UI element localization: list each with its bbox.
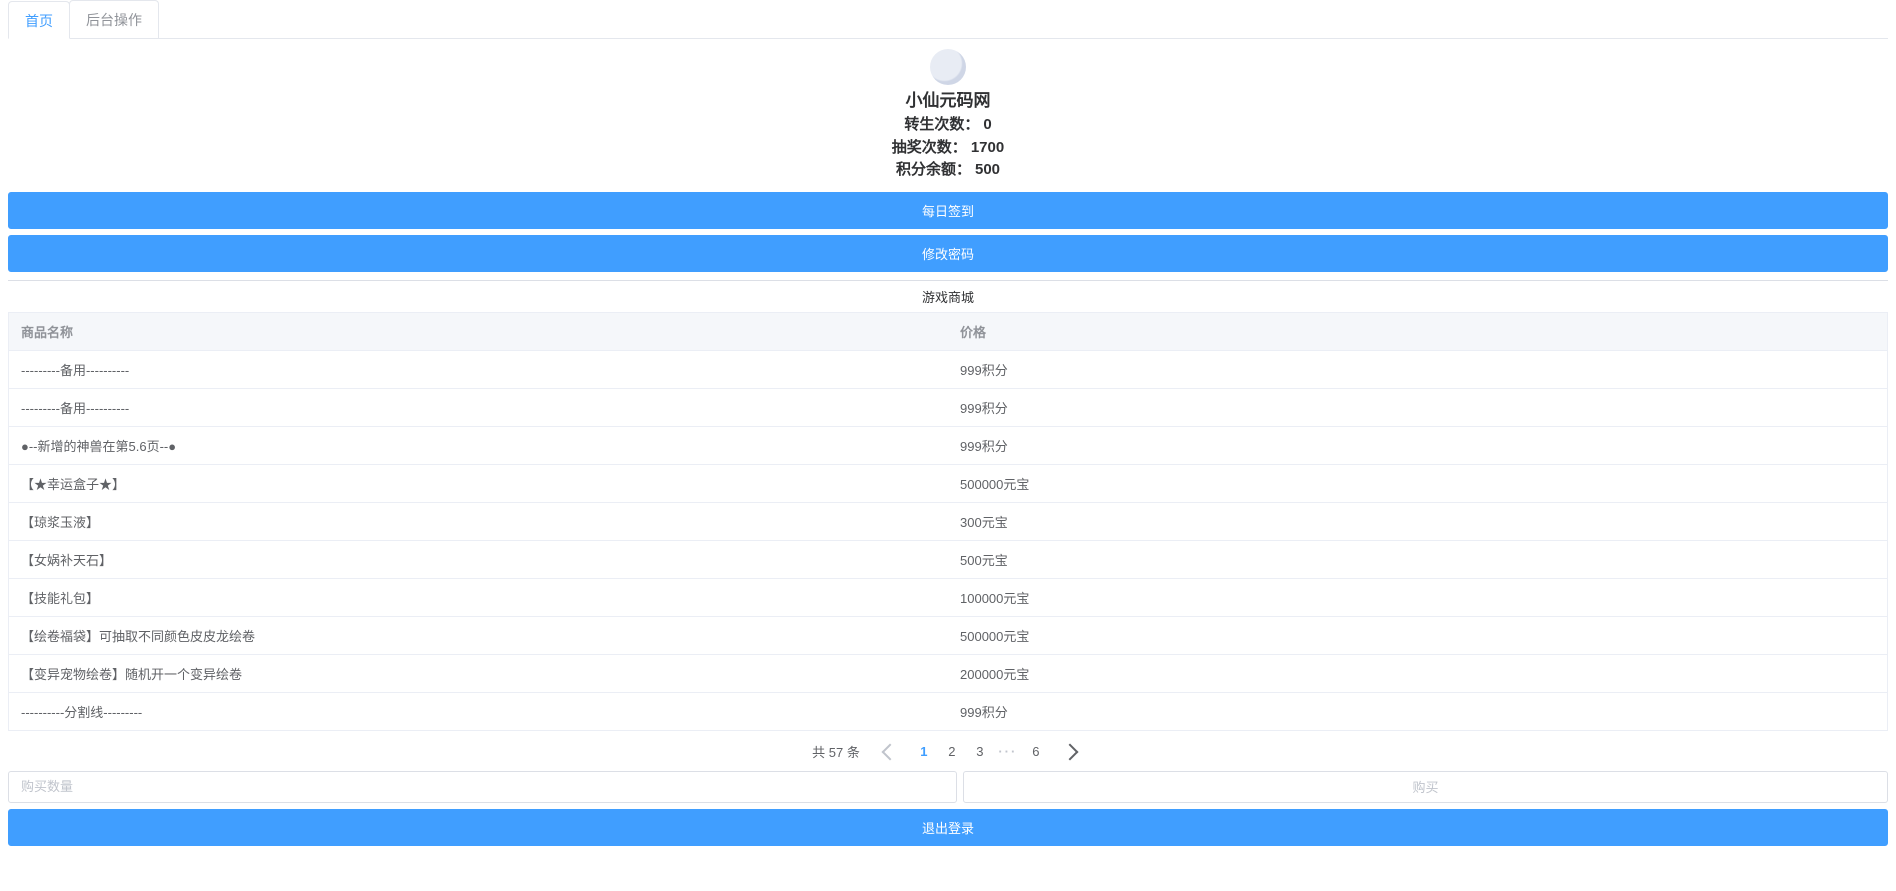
item-price: 500000元宝 bbox=[948, 464, 1888, 502]
stat-draw: 抽奖次数：1700 bbox=[8, 137, 1888, 160]
daily-checkin-button[interactable]: 每日签到 bbox=[8, 192, 1888, 229]
chevron-right-icon bbox=[1061, 743, 1078, 760]
buy-button[interactable]: 购买 bbox=[963, 771, 1888, 803]
item-name: 【绘卷福袋】可抽取不同颜色皮皮龙绘卷 bbox=[9, 616, 949, 654]
item-name: ----------分割线--------- bbox=[9, 692, 949, 730]
stat-label: 转生次数： bbox=[904, 116, 979, 133]
table-row[interactable]: 【变异宠物绘卷】随机开一个变异绘卷200000元宝 bbox=[9, 654, 1888, 692]
item-price: 999积分 bbox=[948, 388, 1888, 426]
pagination: 共 57 条 123···6 bbox=[8, 731, 1888, 769]
item-name: 【琼浆玉液】 bbox=[9, 502, 949, 540]
item-price: 100000元宝 bbox=[948, 578, 1888, 616]
chevron-left-icon bbox=[881, 743, 898, 760]
table-row[interactable]: 【女娲补天石】500元宝 bbox=[9, 540, 1888, 578]
item-price: 200000元宝 bbox=[948, 654, 1888, 692]
avatar bbox=[930, 49, 966, 85]
stat-rebirth: 转生次数：0 bbox=[8, 114, 1888, 137]
table-row[interactable]: 【★幸运盒子★】500000元宝 bbox=[9, 464, 1888, 502]
page-total: 共 57 条 bbox=[812, 742, 860, 761]
page-number-button[interactable]: 1 bbox=[910, 739, 938, 765]
page-number-button[interactable]: 3 bbox=[966, 739, 994, 765]
item-price: 999积分 bbox=[948, 426, 1888, 464]
tabs-header: 首页 后台操作 bbox=[8, 0, 1888, 39]
shop-table: 商品名称 价格 ---------备用----------999积分------… bbox=[8, 312, 1888, 731]
item-name: ---------备用---------- bbox=[9, 388, 949, 426]
item-name: 【技能礼包】 bbox=[9, 578, 949, 616]
stat-label: 积分余额： bbox=[896, 161, 971, 178]
table-row[interactable]: ●--新增的神兽在第5.6页--●999积分 bbox=[9, 426, 1888, 464]
th-price: 价格 bbox=[948, 312, 1888, 350]
site-name: 小仙元码网 bbox=[8, 87, 1888, 114]
item-name: ---------备用---------- bbox=[9, 350, 949, 388]
table-row[interactable]: 【绘卷福袋】可抽取不同颜色皮皮龙绘卷500000元宝 bbox=[9, 616, 1888, 654]
stat-value: 0 bbox=[983, 116, 991, 133]
table-row[interactable]: 【琼浆玉液】300元宝 bbox=[9, 502, 1888, 540]
item-price: 999积分 bbox=[948, 350, 1888, 388]
page-number-button[interactable]: 6 bbox=[1022, 739, 1050, 765]
item-price: 500000元宝 bbox=[948, 616, 1888, 654]
logout-button[interactable]: 退出登录 bbox=[8, 809, 1888, 846]
th-name: 商品名称 bbox=[9, 312, 949, 350]
stat-value: 500 bbox=[975, 161, 1000, 178]
change-password-button[interactable]: 修改密码 bbox=[8, 235, 1888, 272]
item-name: 【女娲补天石】 bbox=[9, 540, 949, 578]
item-name: 【★幸运盒子★】 bbox=[9, 464, 949, 502]
item-name: 【变异宠物绘卷】随机开一个变异绘卷 bbox=[9, 654, 949, 692]
item-name: ●--新增的神兽在第5.6页--● bbox=[9, 426, 949, 464]
tab-home[interactable]: 首页 bbox=[8, 1, 70, 39]
quantity-input[interactable] bbox=[8, 771, 957, 803]
tab-backend[interactable]: 后台操作 bbox=[69, 0, 159, 38]
buy-row: 购买 bbox=[8, 771, 1888, 803]
item-price: 999积分 bbox=[948, 692, 1888, 730]
divider bbox=[8, 280, 1888, 281]
stat-points: 积分余额：500 bbox=[8, 159, 1888, 182]
stat-label: 抽奖次数： bbox=[892, 139, 967, 156]
page-next-button[interactable] bbox=[1056, 739, 1084, 765]
table-row[interactable]: ---------备用----------999积分 bbox=[9, 350, 1888, 388]
profile-box: 小仙元码网 转生次数：0 抽奖次数：1700 积分余额：500 bbox=[8, 45, 1888, 186]
table-row[interactable]: ----------分割线---------999积分 bbox=[9, 692, 1888, 730]
page-ellipsis[interactable]: ··· bbox=[994, 744, 1022, 759]
item-price: 500元宝 bbox=[948, 540, 1888, 578]
table-row[interactable]: ---------备用----------999积分 bbox=[9, 388, 1888, 426]
shop-title: 游戏商城 bbox=[8, 287, 1888, 306]
table-row[interactable]: 【技能礼包】100000元宝 bbox=[9, 578, 1888, 616]
page-prev-button[interactable] bbox=[876, 739, 904, 765]
page-number-button[interactable]: 2 bbox=[938, 739, 966, 765]
stat-value: 1700 bbox=[971, 139, 1004, 156]
item-price: 300元宝 bbox=[948, 502, 1888, 540]
